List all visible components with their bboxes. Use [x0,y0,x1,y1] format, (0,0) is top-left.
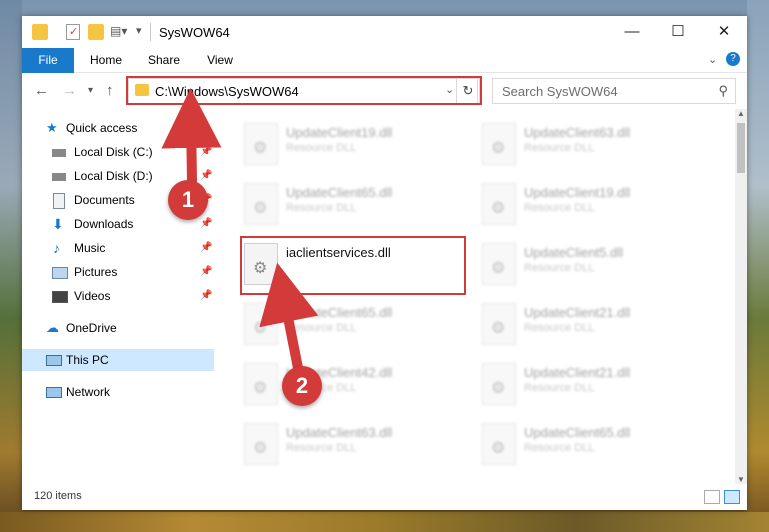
step-badge-1: 1 [168,180,208,220]
arrow-step-2 [259,262,319,369]
step-badge-2: 2 [282,366,322,406]
arrow-step-1 [161,88,222,183]
annotation-arrows [161,88,319,369]
